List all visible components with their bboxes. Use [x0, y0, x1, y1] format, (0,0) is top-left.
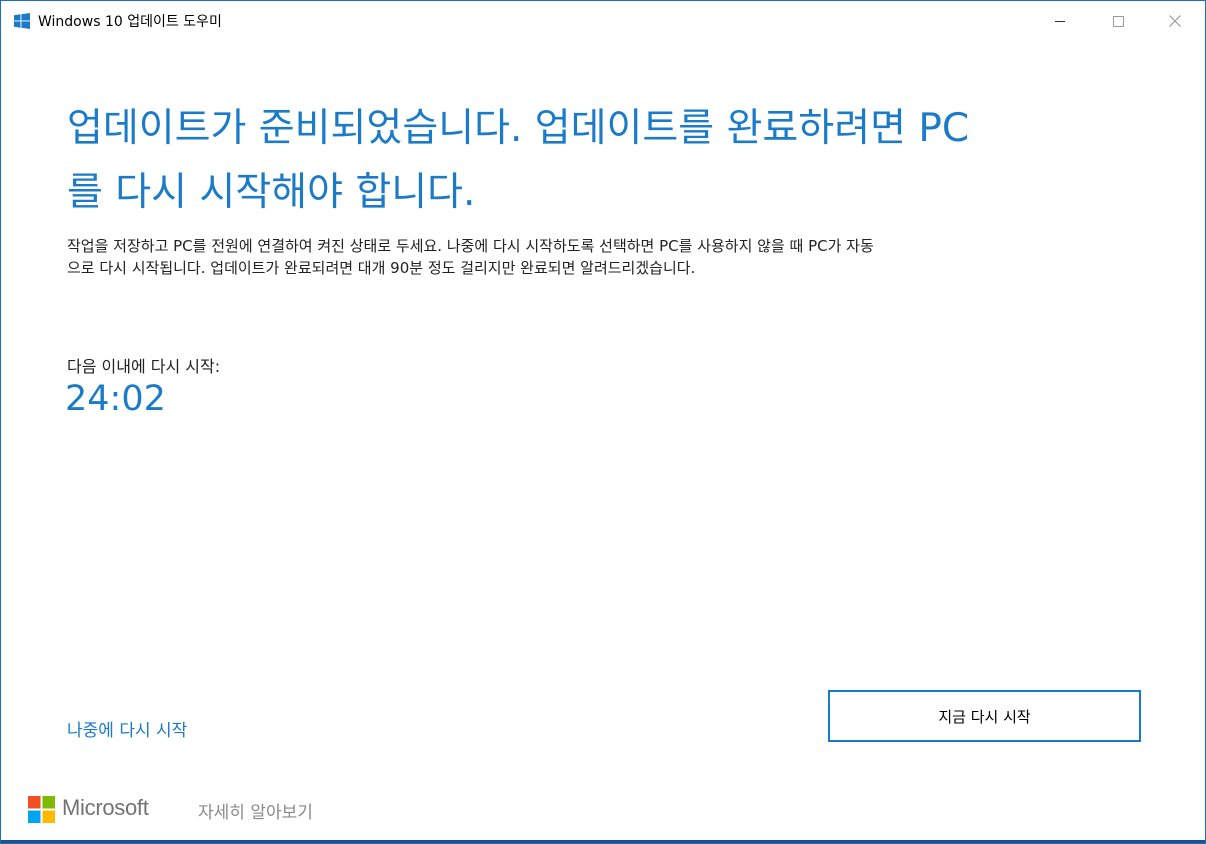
maximize-icon — [1112, 15, 1124, 27]
microsoft-logo-icon — [28, 796, 55, 823]
description-line-2: 으로 다시 시작됩니다. 업데이트가 완료되려면 대개 90분 정도 걸리지만 … — [67, 259, 696, 277]
restart-later-link[interactable]: 나중에 다시 시작 — [67, 716, 187, 741]
headline-line-2: 를 다시 시작해야 합니다. — [67, 170, 476, 215]
description-text: 작업을 저장하고 PC를 전원에 연결하여 켜진 상태로 두세요. 나중에 다시… — [67, 235, 1157, 279]
learn-more-link[interactable]: 자세히 알아보기 — [198, 798, 313, 823]
headline-line-1: 업데이트가 준비되었습니다. 업데이트를 완료하려면 PC — [67, 106, 970, 151]
description-line-1: 작업을 저장하고 PC를 전원에 연결하여 켜진 상태로 두세요. 나중에 다시… — [67, 237, 874, 255]
bottom-border — [1, 840, 1205, 843]
countdown-timer: 24:02 — [65, 379, 166, 419]
close-button[interactable] — [1146, 1, 1204, 41]
minimize-button[interactable] — [1031, 1, 1089, 41]
windows-logo-icon — [14, 13, 30, 29]
maximize-button — [1089, 1, 1147, 41]
restart-now-label: 지금 다시 시작 — [938, 707, 1031, 726]
microsoft-wordmark: Microsoft — [62, 795, 149, 820]
window-title: Windows 10 업데이트 도우미 — [38, 14, 222, 30]
countdown-label: 다음 이내에 다시 시작: — [67, 357, 221, 376]
page-headline: 업데이트가 준비되었습니다. 업데이트를 완료하려면 PC 를 다시 시작해야 … — [67, 97, 1157, 225]
close-icon — [1169, 15, 1181, 27]
minimize-icon — [1055, 20, 1065, 22]
title-bar[interactable]: Windows 10 업데이트 도우미 — [1, 1, 1205, 41]
restart-now-button[interactable]: 지금 다시 시작 — [828, 690, 1141, 742]
update-assistant-window: Windows 10 업데이트 도우미 업데이트가 준비되었습니다. 업데이트를… — [0, 0, 1206, 844]
